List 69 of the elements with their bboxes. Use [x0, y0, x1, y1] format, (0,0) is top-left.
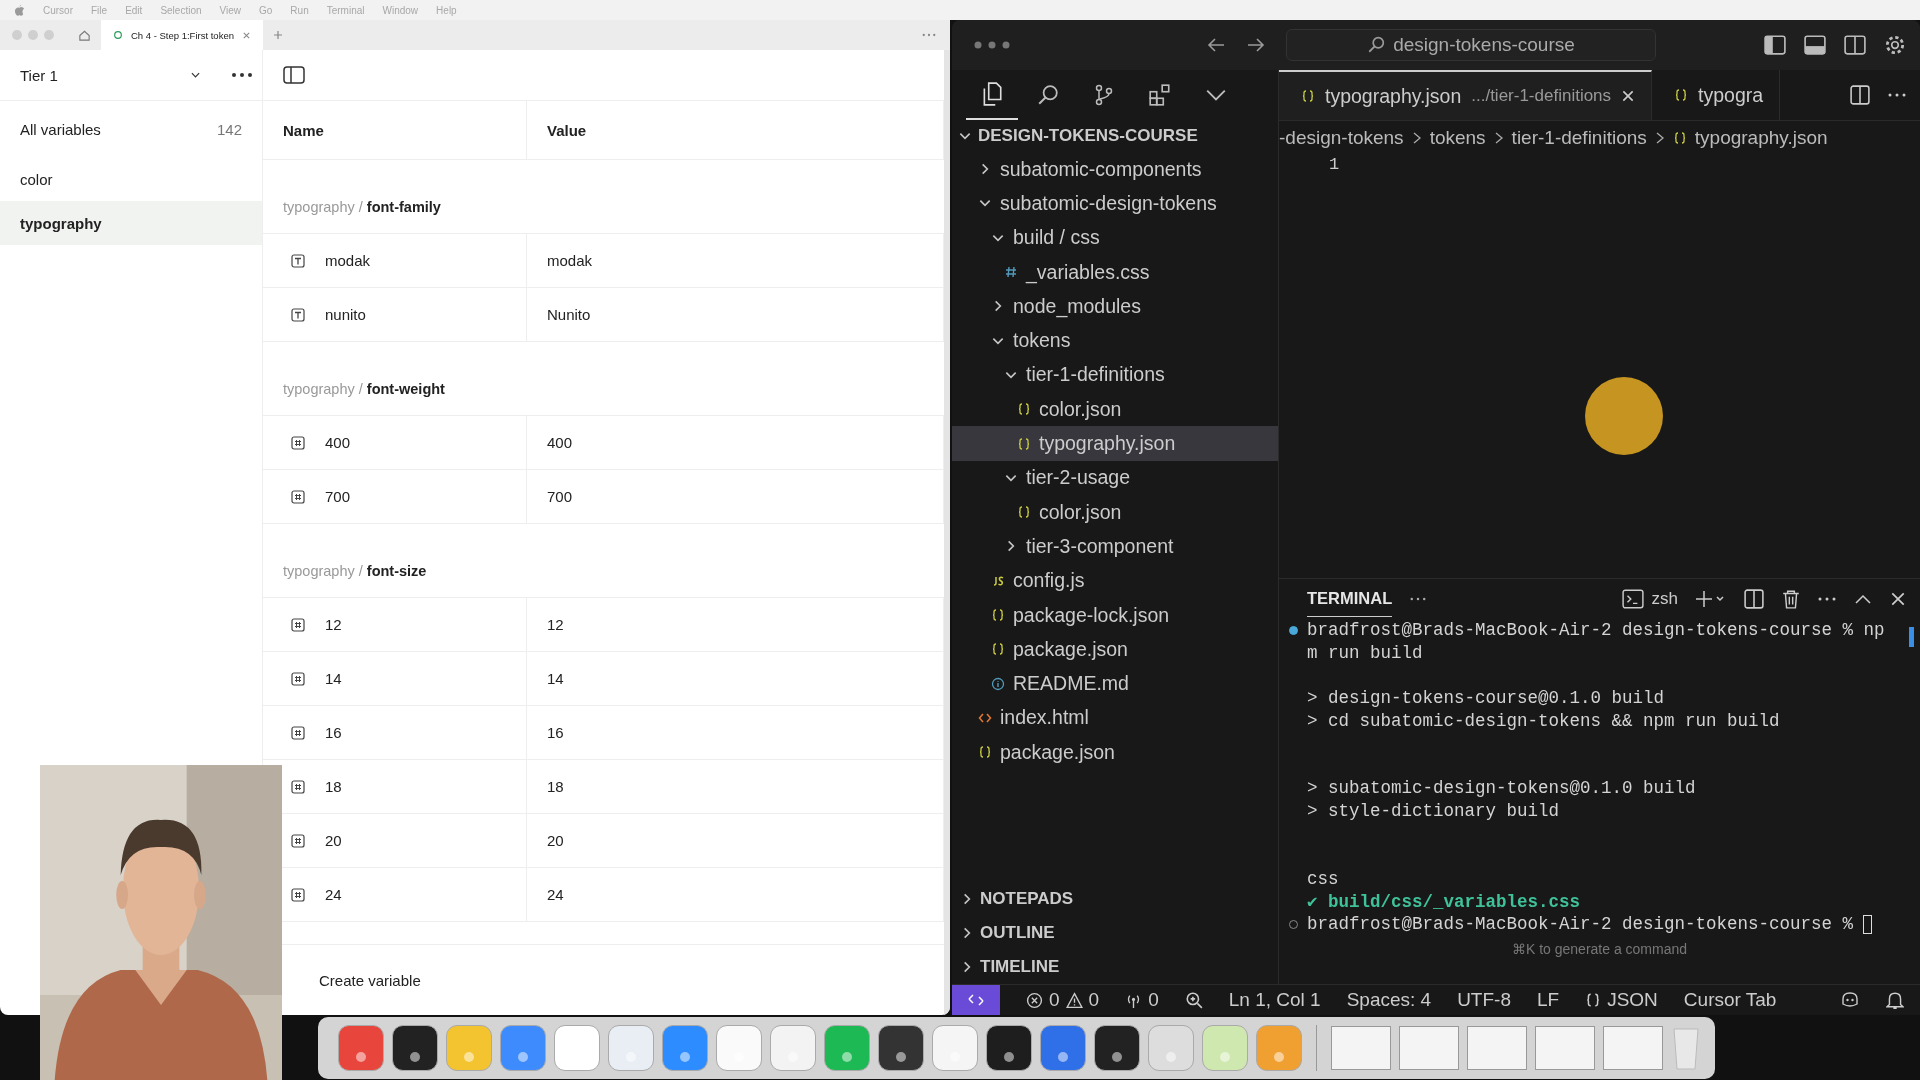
table-cell: 16 — [263, 706, 527, 759]
explorer-folder[interactable]: tokens — [952, 323, 1278, 358]
explorer-document[interactable]: typography.json — [952, 426, 1278, 461]
table-cell: nunito — [263, 288, 527, 341]
breadcrumb[interactable]: tier-1-definitions — [1511, 127, 1647, 149]
terminal-line: > subatomic-design-tokens@0.1.0 build — [1307, 778, 1696, 799]
terminal-line: css — [1307, 868, 1339, 889]
breadcrumb[interactable]: typography.json — [1694, 127, 1828, 149]
terminal-tab[interactable]: TERMINAL — [1307, 581, 1393, 617]
terminal-line: > design-tokens-course@0.1.0 build — [1307, 688, 1665, 709]
table-cell: 12 — [263, 598, 527, 651]
document-tab[interactable]: Ch 4 - Step 1:First token — [101, 20, 263, 50]
editor-tab[interactable]: typography.json .../tier-1-definitions — [1279, 70, 1653, 120]
terminal-hint: ⌘K to generate a command — [1511, 941, 1688, 958]
problems-button[interactable]: 0 0 — [1026, 989, 1100, 1011]
panel-header[interactable]: NOTEPADS — [952, 882, 1278, 916]
terminal-line: > style-dictionary build — [1307, 801, 1560, 822]
variable-count: 142 — [216, 120, 242, 138]
terminal-line: > cd subatomic-design-tokens && npm run build — [1307, 710, 1780, 731]
explorer-document[interactable]: index.html — [952, 700, 1278, 736]
create-variable-button[interactable]: Create variable — [319, 971, 421, 989]
all-variables-item[interactable]: All variables 142 — [0, 101, 262, 157]
explorer-document[interactable]: _variables.css — [952, 254, 1278, 290]
panel-header[interactable]: TIMELINE — [952, 950, 1278, 984]
explorer-folder[interactable]: node_modules — [952, 289, 1278, 324]
explorer-document[interactable]: package.json — [952, 632, 1278, 667]
breadcrumb[interactable]: tokens — [1429, 127, 1486, 149]
column-header: Name — [263, 101, 527, 159]
shell-selector[interactable]: zsh — [1621, 589, 1678, 609]
group-item[interactable]: color — [0, 157, 262, 201]
table-cell: 400 — [263, 416, 527, 469]
explorer-folder[interactable]: build / css — [952, 220, 1278, 255]
breadcrumb[interactable]: -design-tokens — [1279, 127, 1404, 149]
ports-button[interactable]: 0 — [1125, 989, 1159, 1011]
status-item[interactable]: LF — [1536, 989, 1560, 1011]
search-field[interactable]: design-tokens-course — [1286, 29, 1656, 61]
table-cell: 700 — [263, 470, 527, 523]
explorer-folder[interactable]: subatomic-design-tokens — [952, 186, 1278, 221]
explorer-header[interactable]: DESIGN-TOKENS-COURSE — [952, 120, 1278, 152]
group-label: All variables — [20, 120, 101, 138]
panel-header[interactable]: OUTLINE — [952, 916, 1278, 950]
explorer-folder[interactable]: tier-3-component — [952, 529, 1278, 564]
language-button[interactable]: JSON — [1585, 989, 1658, 1011]
line-number: 1 — [1329, 155, 1341, 176]
collection-dropdown[interactable]: Tier 1 — [20, 66, 200, 84]
section-path: typography / font-weight — [283, 381, 445, 397]
explorer-document[interactable]: package-lock.json — [952, 597, 1278, 633]
editor-tab[interactable]: typogra — [1652, 70, 1781, 120]
table-cell: modak — [263, 234, 527, 287]
section-path: typography / font-family — [283, 199, 441, 215]
terminal-line: bradfrost@Brads-MacBook-Air-2 design-tokens-course % np — [1307, 620, 1885, 641]
terminal-line: bradfrost@Brads-MacBook-Air-2 design-tokens-course % — [1307, 914, 1854, 934]
explorer-document[interactable]: README.md — [952, 666, 1278, 701]
terminal-line: ✔ build/css/_variables.css — [1307, 890, 1581, 912]
explorer-document[interactable]: color.json — [952, 392, 1278, 427]
explorer-document[interactable]: color.json — [952, 494, 1278, 530]
table-cell: 14 — [263, 652, 527, 705]
status-item[interactable]: Cursor Tab — [1683, 989, 1777, 1011]
status-item[interactable]: Spaces: 4 — [1346, 989, 1432, 1011]
status-item[interactable]: UTF-8 — [1457, 989, 1511, 1011]
status-item[interactable]: Ln 1, Col 1 — [1228, 989, 1321, 1011]
explorer-folder[interactable]: tier-2-usage — [952, 460, 1278, 495]
explorer-folder[interactable]: tier-1-definitions — [952, 357, 1278, 393]
group-item[interactable]: typography — [0, 201, 262, 245]
explorer-document[interactable]: config.js — [952, 563, 1278, 598]
explorer-document[interactable]: package.json — [952, 735, 1278, 770]
section-path: typography / font-size — [283, 563, 427, 579]
explorer-folder[interactable]: subatomic-components — [952, 152, 1278, 187]
terminal-line: m run build — [1307, 642, 1423, 663]
